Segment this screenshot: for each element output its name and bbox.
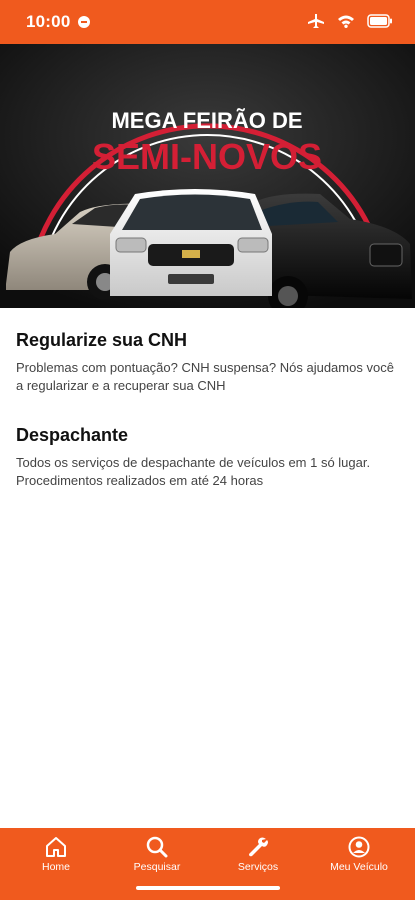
battery-icon <box>367 14 393 33</box>
home-icon <box>46 837 66 857</box>
nav-item-servicos[interactable]: Serviços <box>208 836 308 873</box>
service-cnh[interactable]: Regularize sua CNH Problemas com pontuaç… <box>16 330 401 395</box>
promo-banner[interactable]: MEGA FEIRÃO DE SEMI-NOVOS <box>0 44 415 308</box>
home-indicator[interactable] <box>136 886 280 890</box>
notification-icon <box>78 16 90 28</box>
nav-item-home[interactable]: Home <box>6 836 106 873</box>
service-description: Todos os serviços de despachante de veíc… <box>16 455 371 488</box>
service-title: Regularize sua CNH <box>16 330 188 350</box>
wrench-icon <box>249 837 268 857</box>
car-center-image <box>110 189 272 296</box>
nav-label: Pesquisar <box>133 861 181 873</box>
status-bar: 10:00 <box>0 0 415 44</box>
services-list: Regularize sua CNH Problemas com pontuaç… <box>16 308 401 490</box>
nav-item-pesquisar[interactable]: Pesquisar <box>107 836 207 873</box>
banner-line2: SEMI-NOVOS <box>92 136 322 177</box>
service-title: Despachante <box>16 425 129 445</box>
nav-label: Serviços <box>237 861 279 873</box>
user-icon <box>348 836 370 858</box>
service-despachante[interactable]: Despachante Todos os serviços de despach… <box>16 425 401 490</box>
search-icon <box>146 836 168 858</box>
nav-label: Meu Veículo <box>330 861 388 873</box>
nav-item-meu-veiculo[interactable]: Meu Veículo <box>309 836 409 873</box>
banner-line1: MEGA FEIRÃO DE <box>111 108 302 133</box>
wifi-icon <box>337 14 355 33</box>
service-description: Problemas com pontuação? CNH suspensa? N… <box>16 360 394 393</box>
nav-label: Home <box>41 861 70 873</box>
status-icons <box>307 13 393 34</box>
status-time: 10:00 <box>26 12 71 31</box>
airplane-icon <box>307 13 325 34</box>
